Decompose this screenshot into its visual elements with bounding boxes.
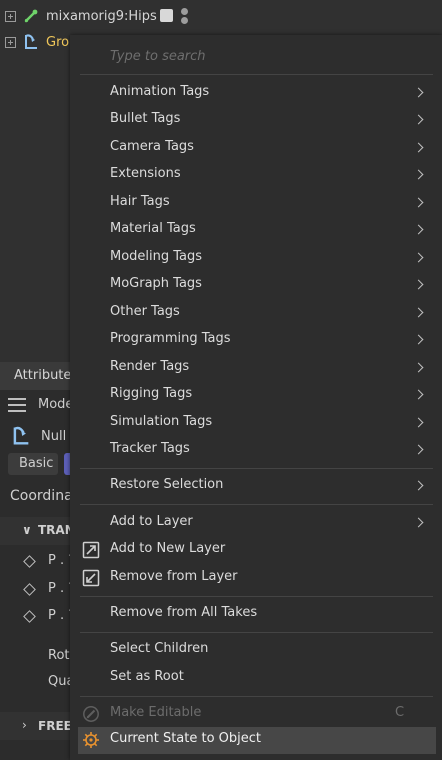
hamburger-icon[interactable] [8,398,26,416]
menu-item-label: Make Editable [110,705,202,720]
menu-item-label: Render Tags [110,359,190,374]
menu-divider [80,632,433,633]
chevron-right-icon [413,334,424,345]
menu-item-label: Restore Selection [110,477,224,492]
chevron-right-icon [413,389,424,400]
attribute-tab-label: Attribute [14,368,72,383]
menu-item-label: Hair Tags [110,194,170,209]
menu-item-label: Remove from Layer [110,569,238,584]
bone-icon [22,7,40,25]
chevron-right-icon [413,362,424,373]
null-object-icon [22,33,40,51]
object-type-label: Null [41,429,67,444]
menu-item-animation-tags[interactable]: Animation Tags [70,80,442,107]
menu-item-current-state-to-object[interactable]: Current State to Object [78,727,436,754]
menu-item-programming-tags[interactable]: Programming Tags [70,327,442,354]
expand-icon[interactable] [5,36,16,48]
menu-item-make-editable: Make Editable C [70,701,442,728]
coordinates-heading: Coordina [10,488,73,504]
add-layer-icon [82,541,100,559]
menu-item-other-tags[interactable]: Other Tags [70,300,442,327]
menu-item-extensions[interactable]: Extensions [70,162,442,189]
menu-item-label: Rigging Tags [110,386,193,401]
menu-item-remove-from-layer[interactable]: Remove from Layer [70,565,442,592]
snowflake-icon [82,731,100,749]
menu-item-add-to-layer[interactable]: Add to Layer [70,510,442,537]
menu-item-label: Set as Root [110,669,184,684]
rotation-label: Rot [48,648,70,663]
chevron-right-icon [413,114,424,125]
attribute-tab[interactable]: Attribute [0,362,72,390]
chevron-right-icon [413,252,424,263]
menu-item-simulation-tags[interactable]: Simulation Tags [70,410,442,437]
menu-item-label: Extensions [110,166,181,181]
object-name: mixamorig9:Hips [46,8,157,24]
menu-item-select-children[interactable]: Select Children [70,637,442,664]
layer-dots-icon[interactable] [181,8,189,24]
chevron-right-icon [413,480,424,491]
menu-item-modeling-tags[interactable]: Modeling Tags [70,245,442,272]
collapse-arrow-icon[interactable]: ∨ [22,523,32,537]
menu-item-camera-tags[interactable]: Camera Tags [70,135,442,162]
menu-item-label: Tracker Tags [110,441,190,456]
chevron-right-icon [413,307,424,318]
context-menu: Type to search Animation Tags Bullet Tag… [70,35,442,760]
menu-divider [80,504,433,505]
mode-menu[interactable]: Mode [38,397,73,412]
menu-item-mograph-tags[interactable]: MoGraph Tags [70,272,442,299]
menu-item-rigging-tags[interactable]: Rigging Tags [70,382,442,409]
visibility-toggle[interactable] [160,9,173,22]
menu-item-label: Programming Tags [110,331,231,346]
menu-item-label: Simulation Tags [110,414,213,429]
menu-divider [80,596,433,597]
chevron-right-icon [413,279,424,290]
object-row-hips[interactable]: mixamorig9:Hips [0,3,188,29]
object-row-gro[interactable]: Gro [0,29,69,55]
menu-item-set-as-root[interactable]: Set as Root [70,665,442,692]
menu-item-label: Animation Tags [110,84,210,99]
chevron-right-icon [413,417,424,428]
chevron-right-icon [413,197,424,208]
expand-icon[interactable] [5,10,16,22]
menu-item-render-tags[interactable]: Render Tags [70,355,442,382]
chevron-right-icon [413,87,424,98]
menu-item-label: Modeling Tags [110,249,203,264]
menu-item-label: MoGraph Tags [110,276,202,291]
shortcut-key: C [395,705,405,720]
menu-item-label: Remove from All Takes [110,605,258,620]
search-placeholder: Type to search [110,49,206,64]
basic-tab-button[interactable]: Basic [8,453,58,475]
menu-divider [80,696,433,697]
menu-item-label: Add to New Layer [110,541,226,556]
menu-item-tracker-tags[interactable]: Tracker Tags [70,437,442,464]
menu-divider [80,74,433,75]
null-object-icon [10,425,32,451]
menu-item-label: Material Tags [110,221,196,236]
chevron-right-icon [413,169,424,180]
menu-item-label: Current State to Object [110,731,262,746]
menu-item-label: Other Tags [110,304,180,319]
expand-arrow-icon[interactable]: › [22,718,27,732]
menu-item-restore-selection[interactable]: Restore Selection [70,473,442,500]
menu-item-label: Bullet Tags [110,111,181,126]
make-editable-icon [82,705,100,723]
chevron-right-icon [413,142,424,153]
chevron-right-icon [413,224,424,235]
menu-item-label: Select Children [110,641,209,656]
chevron-right-icon [413,444,424,455]
chevron-right-icon [413,517,424,528]
search-input[interactable]: Type to search [80,43,435,71]
object-name: Gro [46,34,70,50]
menu-item-remove-from-all-takes[interactable]: Remove from All Takes [70,601,442,628]
menu-item-label: Add to Layer [110,514,193,529]
menu-item-bullet-tags[interactable]: Bullet Tags [70,107,442,134]
menu-item-add-to-new-layer[interactable]: Add to New Layer [70,537,442,564]
basic-tab-label: Basic [19,456,54,471]
menu-divider [80,468,433,469]
menu-item-material-tags[interactable]: Material Tags [70,217,442,244]
menu-item-label: Camera Tags [110,139,194,154]
menu-item-hair-tags[interactable]: Hair Tags [70,190,442,217]
remove-layer-icon [82,569,100,587]
